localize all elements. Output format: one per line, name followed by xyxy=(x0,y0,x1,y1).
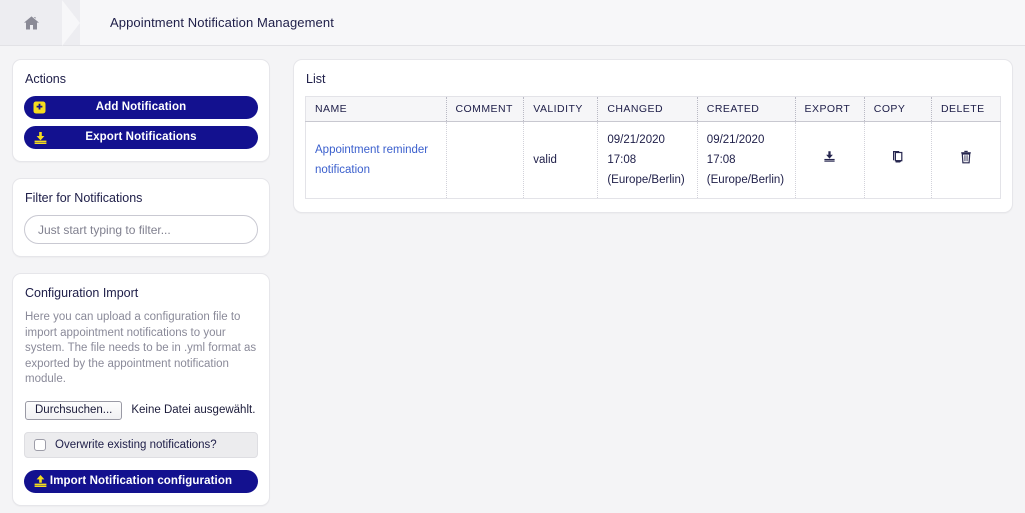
column-header-created[interactable]: CREATED xyxy=(696,96,796,122)
download-icon xyxy=(33,126,48,149)
column-header-copy: COPY xyxy=(863,96,932,122)
filter-panel: Filter for Notifications xyxy=(12,178,270,257)
main-content: List NAME COMMENT VALIDITY CHANGED CREAT… xyxy=(293,59,1013,229)
column-header-validity[interactable]: VALIDITY xyxy=(523,96,598,122)
overwrite-existing-checkbox[interactable] xyxy=(34,438,46,451)
notification-name-link[interactable]: Appointment reminder notification xyxy=(315,144,428,176)
cell-name: Appointment reminder notification xyxy=(306,122,447,199)
copy-icon[interactable] xyxy=(891,150,905,164)
actions-panel-title: Actions xyxy=(25,72,66,86)
configuration-import-title: Configuration Import xyxy=(25,286,139,300)
table-header-row: NAME COMMENT VALIDITY CHANGED CREATED EX… xyxy=(305,96,1001,122)
export-notifications-button[interactable]: Export Notifications xyxy=(24,126,258,149)
filter-input[interactable] xyxy=(24,215,258,244)
cell-comment xyxy=(445,121,524,199)
configuration-import-description: Here you can upload a configuration file… xyxy=(25,311,257,385)
page-body: Actions Add Notification Export Notifica… xyxy=(0,46,1025,513)
changed-timezone: (Europe/Berlin) xyxy=(607,174,685,186)
changed-date: 09/21/2020 xyxy=(607,134,665,146)
cell-validity: valid xyxy=(523,121,598,199)
cell-delete xyxy=(931,121,1001,199)
column-header-name[interactable]: NAME xyxy=(305,96,446,122)
overwrite-existing-label: Overwrite existing notifications? xyxy=(55,438,217,451)
browse-file-button[interactable]: Durchsuchen... xyxy=(25,400,123,420)
list-panel-title: List xyxy=(306,72,326,86)
created-date: 09/21/2020 xyxy=(706,134,765,146)
cell-export xyxy=(794,121,865,199)
cell-changed: 09/21/2020 17:08 (Europe/Berlin) xyxy=(597,121,698,199)
sidebar: Actions Add Notification Export Notifica… xyxy=(12,59,270,513)
cell-copy xyxy=(863,121,932,199)
table-body: Appointment reminder notification valid … xyxy=(306,121,1001,199)
notifications-table: NAME COMMENT VALIDITY CHANGED CREATED EX… xyxy=(305,96,1001,199)
column-header-comment[interactable]: COMMENT xyxy=(445,96,524,122)
download-icon[interactable] xyxy=(823,150,836,163)
column-header-export: EXPORT xyxy=(794,96,865,122)
upload-icon xyxy=(33,470,48,493)
created-time: 17:08 xyxy=(706,154,736,166)
trash-icon[interactable] xyxy=(960,150,972,164)
add-notification-button[interactable]: Add Notification xyxy=(24,96,258,119)
add-notification-label: Add Notification xyxy=(95,101,187,113)
created-timezone: (Europe/Berlin) xyxy=(706,174,785,186)
configuration-import-panel: Configuration Import Here you can upload… xyxy=(12,273,270,506)
file-selection-status: Keine Datei ausgewählt. xyxy=(131,404,256,416)
import-notification-configuration-button[interactable]: Import Notification configuration xyxy=(24,469,258,493)
actions-panel: Actions Add Notification Export Notifica… xyxy=(12,59,270,162)
changed-time: 17:08 xyxy=(607,154,637,166)
cell-created: 09/21/2020 17:08 (Europe/Berlin) xyxy=(696,121,796,199)
plus-square-icon xyxy=(33,96,46,119)
list-panel: List NAME COMMENT VALIDITY CHANGED CREAT… xyxy=(293,59,1013,213)
column-header-delete: DELETE xyxy=(931,96,1001,122)
table-row: Appointment reminder notification valid … xyxy=(306,121,1001,199)
column-header-changed[interactable]: CHANGED xyxy=(597,96,698,122)
breadcrumb: Appointment Notification Management xyxy=(0,0,1025,46)
file-upload-row: Durchsuchen... Keine Datei ausgewählt. xyxy=(25,400,258,420)
filter-panel-title: Filter for Notifications xyxy=(25,191,143,205)
overwrite-existing-checkbox-row[interactable]: Overwrite existing notifications? xyxy=(24,431,258,458)
breadcrumb-home-button[interactable] xyxy=(0,0,62,45)
export-notifications-label: Export Notifications xyxy=(85,131,197,143)
table-header: NAME COMMENT VALIDITY CHANGED CREATED EX… xyxy=(305,96,1001,122)
home-icon xyxy=(23,15,40,31)
import-notification-configuration-label: Import Notification configuration xyxy=(49,474,233,487)
chevron-right-icon xyxy=(62,0,96,46)
page-title: Appointment Notification Management xyxy=(110,15,334,30)
